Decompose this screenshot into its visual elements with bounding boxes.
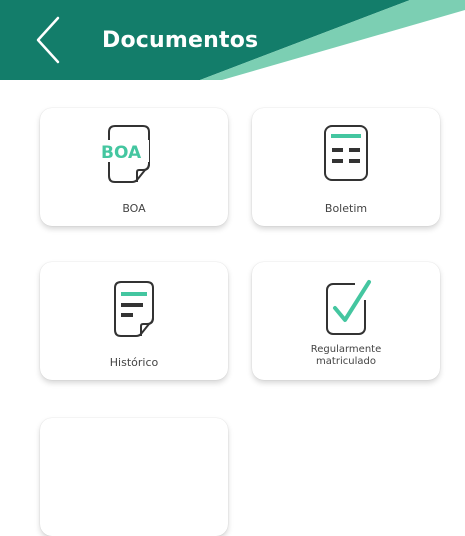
boa-icon-text: BOA	[101, 143, 142, 163]
transcript-document-icon	[40, 274, 228, 344]
boletim-label: Boletim	[324, 202, 368, 215]
boa-document-icon: BOA	[40, 120, 228, 190]
report-card-icon	[252, 120, 440, 190]
app-header: Documentos	[0, 0, 465, 80]
regularmente-matriculado-card[interactable]: Regularmente matriculado	[252, 262, 440, 380]
boa-card[interactable]: BOA BOA	[40, 108, 228, 226]
historico-label: Histórico	[109, 356, 159, 369]
label-line-2: matriculado	[316, 356, 376, 367]
label-line-1: Regularmente	[310, 344, 382, 355]
historico-card[interactable]: Histórico	[40, 262, 228, 380]
empty-card[interactable]	[40, 418, 228, 536]
boletim-card[interactable]: Boletim	[252, 108, 440, 226]
chevron-left-icon	[36, 16, 60, 64]
regularmente-matriculado-label: Regularmente matriculado	[252, 344, 440, 368]
back-button[interactable]	[28, 14, 72, 66]
checkmark-document-icon	[252, 274, 440, 344]
boa-label: BOA	[122, 202, 146, 215]
page-title: Documentos	[102, 28, 259, 53]
